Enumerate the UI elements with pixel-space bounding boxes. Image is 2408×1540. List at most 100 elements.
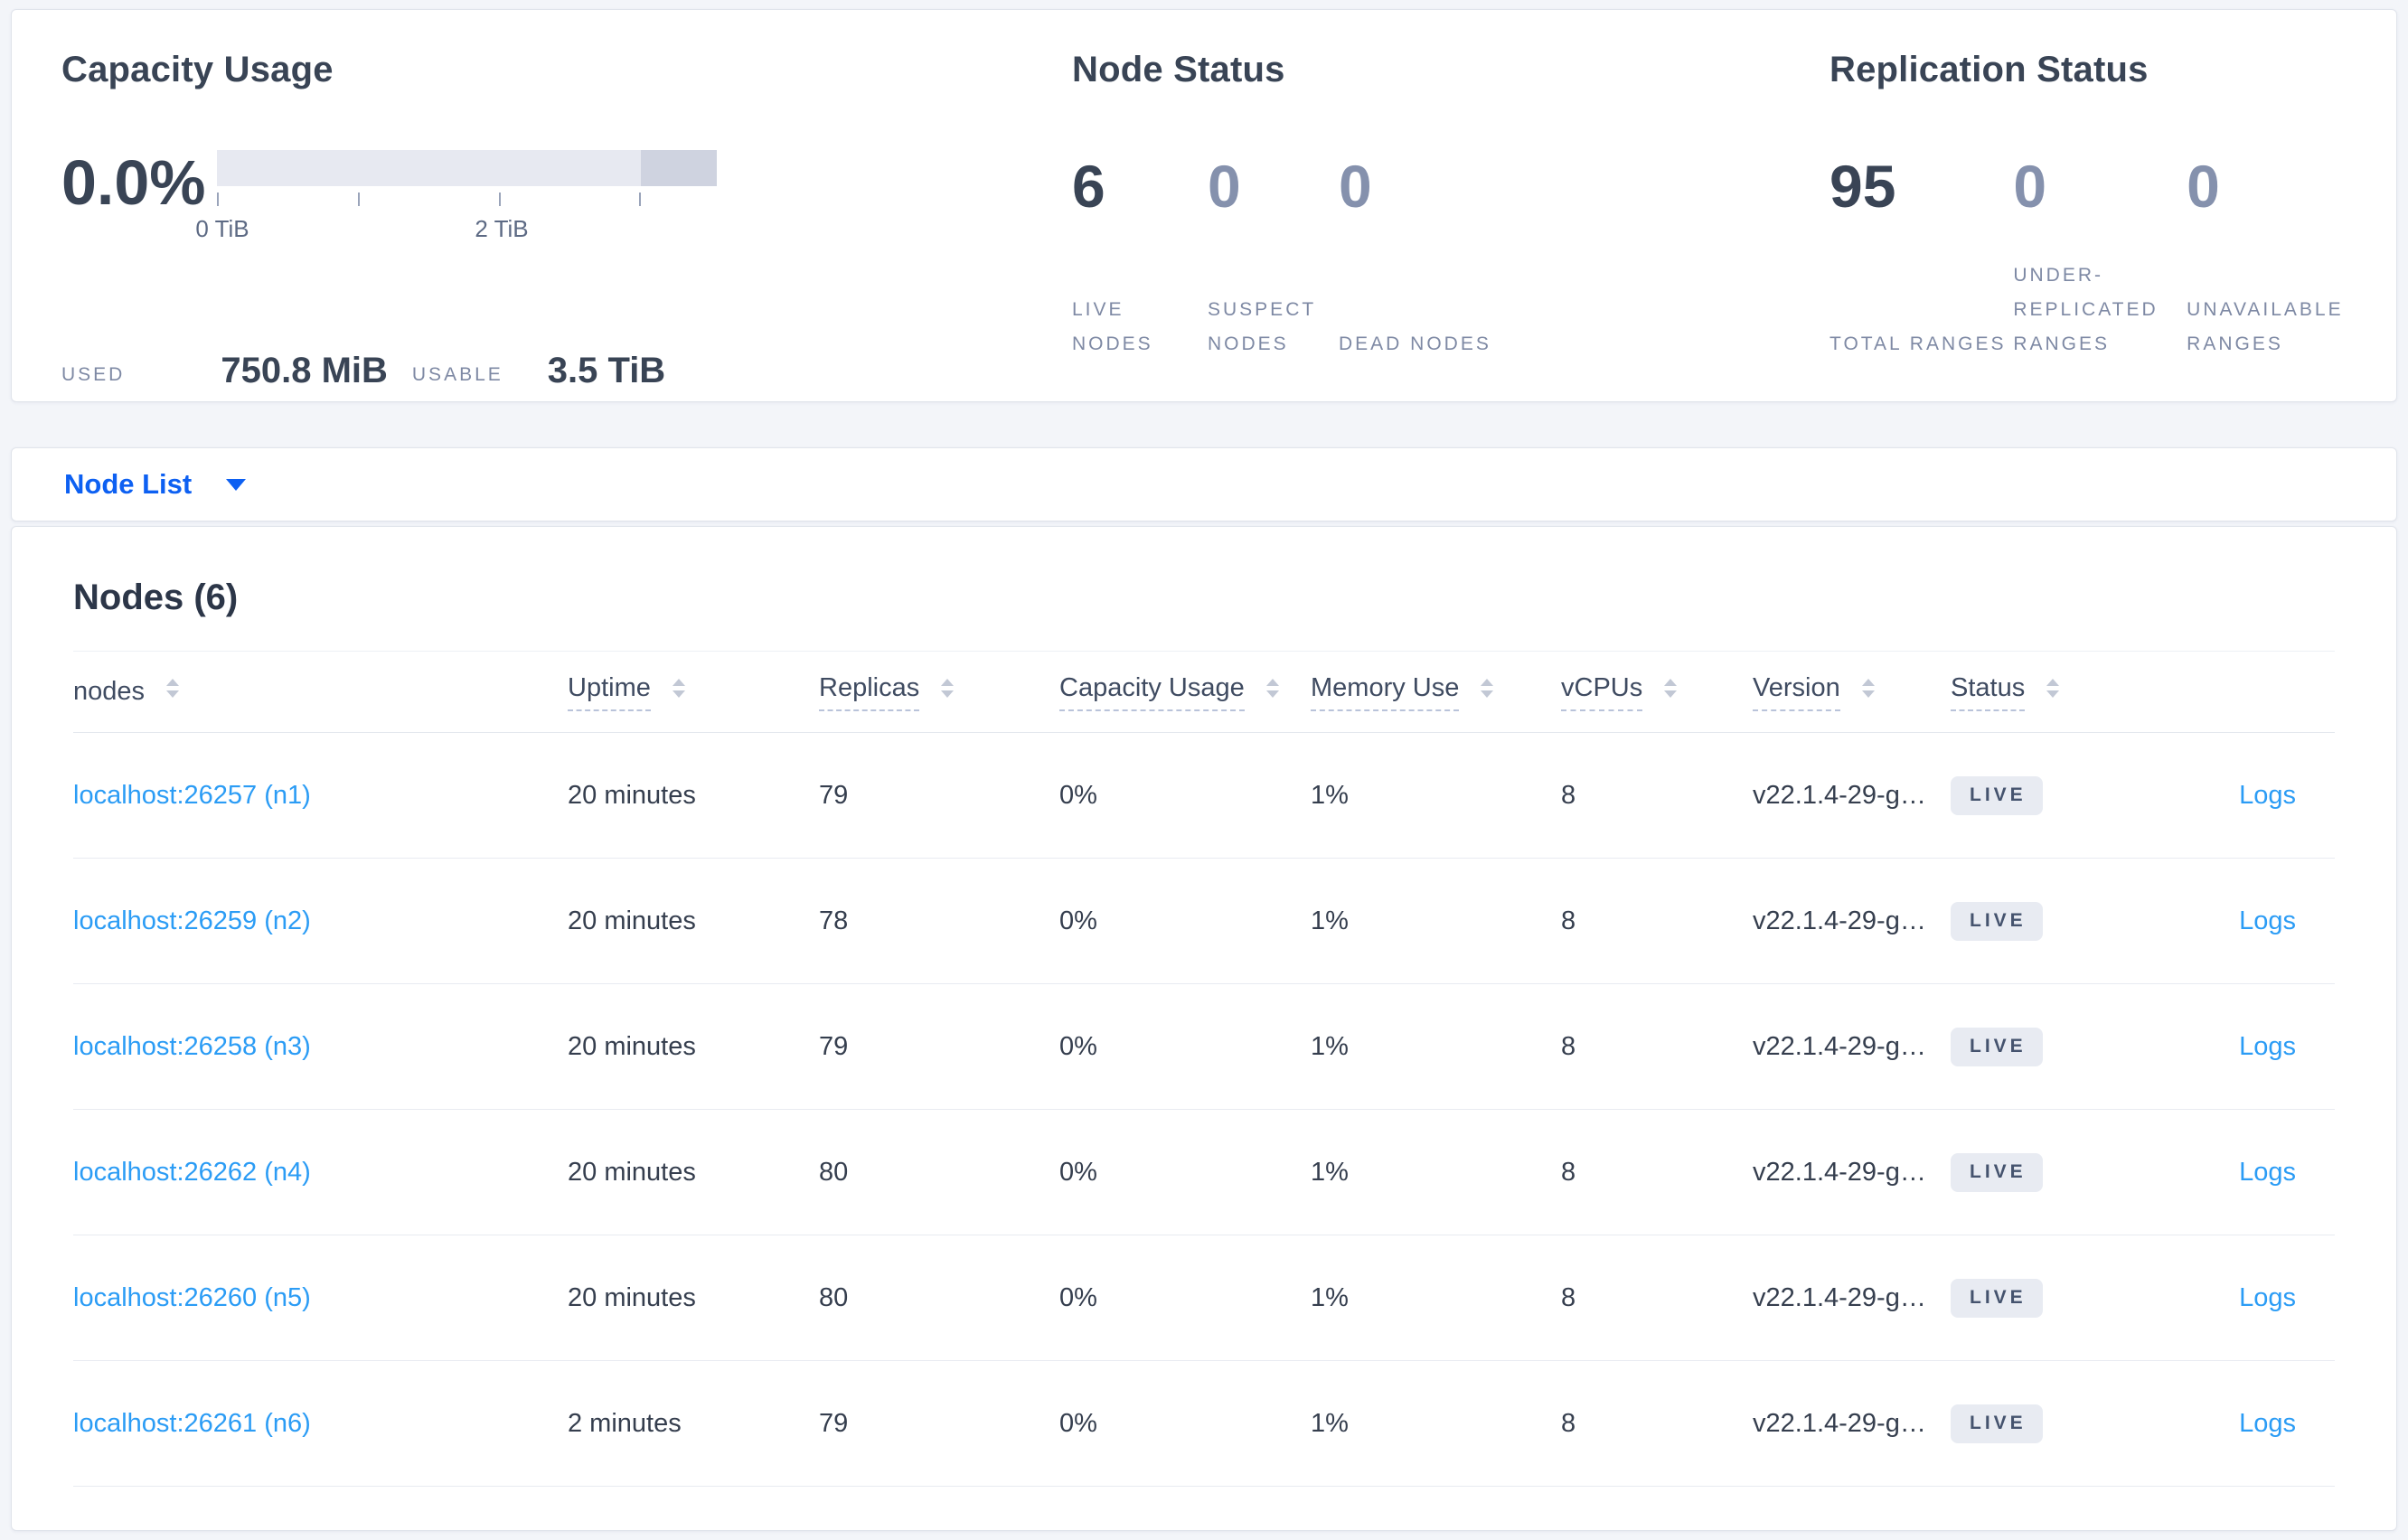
capacity-usage-title: Capacity Usage — [61, 50, 334, 89]
version-cell: v22.1.4-29-g… — [1753, 780, 1926, 810]
memory-cell: 1% — [1311, 780, 1349, 810]
axis-tick-label: 0 TiB — [195, 215, 249, 242]
sort-icon — [941, 679, 955, 698]
suspect-nodes-label: SUSPECT NODES — [1208, 299, 1316, 354]
column-header-version[interactable]: Version — [1753, 652, 1951, 733]
uptime-cell: 20 minutes — [568, 780, 696, 810]
capacity-cell: 0% — [1059, 780, 1097, 810]
capacity-cell: 0% — [1059, 1157, 1097, 1187]
node-list-dropdown[interactable]: Node List — [64, 468, 247, 501]
unavailable-label: UNAVAILABLE RANGES — [2187, 299, 2344, 354]
vcpus-cell: 8 — [1561, 906, 1576, 935]
usable-label: USABLE — [411, 364, 503, 385]
cluster-summary-card: Capacity Usage 0.0% 0 TiB 2 TiB USED 750… — [11, 9, 2397, 402]
replicas-cell: 79 — [819, 1031, 849, 1061]
logs-link[interactable]: Logs — [2239, 1283, 2296, 1312]
total-ranges-count: 95 — [1830, 153, 1896, 220]
sort-icon — [1265, 679, 1279, 698]
version-cell: v22.1.4-29-g… — [1753, 1282, 1926, 1312]
table-row: localhost:26260 (n5) 20 minutes 80 0% 1%… — [73, 1235, 2335, 1361]
memory-cell: 1% — [1311, 1157, 1349, 1187]
memory-cell: 1% — [1311, 1031, 1349, 1061]
node-link[interactable]: localhost:26259 (n2) — [73, 906, 311, 935]
sort-icon — [166, 679, 180, 699]
under-replicated-count: 0 — [2013, 153, 2047, 220]
cluster-overview-page: Capacity Usage 0.0% 0 TiB 2 TiB USED 750… — [0, 0, 2408, 1540]
status-badge: LIVE — [1951, 901, 2043, 941]
node-link[interactable]: localhost:26261 (n6) — [73, 1409, 311, 1438]
uptime-cell: 2 minutes — [568, 1408, 682, 1438]
capacity-bar-reserved-segment — [641, 150, 717, 186]
node-list-dropdown-label: Node List — [64, 468, 193, 500]
total-ranges-label: TOTAL RANGES — [1830, 333, 2007, 354]
uptime-cell: 20 minutes — [568, 1031, 696, 1061]
chevron-down-icon — [226, 478, 247, 491]
column-header-nodes[interactable]: nodes — [73, 652, 568, 733]
memory-cell: 1% — [1311, 1408, 1349, 1438]
node-status-panel: Node Status 6 LIVE NODES 0 SUSPECT NODES… — [1072, 50, 1830, 401]
sort-icon — [2046, 679, 2060, 698]
vcpus-cell: 8 — [1561, 1282, 1576, 1312]
dead-nodes-stat: 0 DEAD NODES — [1339, 154, 1491, 362]
column-header-replicas[interactable]: Replicas — [819, 652, 1059, 733]
total-ranges-stat: 95 TOTAL RANGES — [1830, 154, 2013, 362]
status-badge: LIVE — [1951, 1152, 2043, 1192]
column-header-uptime[interactable]: Uptime — [568, 652, 819, 733]
node-link[interactable]: localhost:26257 (n1) — [73, 781, 311, 810]
logs-link[interactable]: Logs — [2239, 906, 2296, 935]
node-link[interactable]: localhost:26260 (n5) — [73, 1283, 311, 1312]
table-row: localhost:26262 (n4) 20 minutes 80 0% 1%… — [73, 1110, 2335, 1235]
column-header-memory-use[interactable]: Memory Use — [1311, 652, 1561, 733]
suspect-nodes-count: 0 — [1208, 153, 1241, 220]
capacity-cell: 0% — [1059, 906, 1097, 935]
replication-status-title: Replication Status — [1830, 50, 2149, 89]
version-cell: v22.1.4-29-g… — [1753, 906, 1926, 935]
memory-cell: 1% — [1311, 906, 1349, 935]
logs-link[interactable]: Logs — [2239, 1032, 2296, 1061]
dead-nodes-count: 0 — [1339, 153, 1372, 220]
table-row: localhost:26257 (n1) 20 minutes 79 0% 1%… — [73, 733, 2335, 859]
capacity-bar-track — [217, 150, 717, 186]
suspect-nodes-stat: 0 SUSPECT NODES — [1208, 154, 1339, 362]
node-link[interactable]: localhost:26262 (n4) — [73, 1158, 311, 1187]
column-header-vcpus[interactable]: vCPUs — [1561, 652, 1753, 733]
vcpus-cell: 8 — [1561, 1157, 1576, 1187]
capacity-usage-panel: Capacity Usage 0.0% 0 TiB 2 TiB USED 750… — [61, 50, 1072, 401]
table-row: localhost:26259 (n2) 20 minutes 78 0% 1%… — [73, 859, 2335, 984]
sort-icon — [1481, 679, 1494, 698]
table-header-row: nodes Uptime Replicas Capacity Usage Mem… — [73, 651, 2335, 733]
logs-link[interactable]: Logs — [2239, 781, 2296, 810]
capacity-bar-chart: 0 TiB 2 TiB — [195, 150, 717, 242]
logs-link[interactable]: Logs — [2239, 1409, 2296, 1438]
capacity-cell: 0% — [1059, 1282, 1097, 1312]
live-nodes-label: LIVE NODES — [1072, 299, 1153, 354]
column-header-capacity-usage[interactable]: Capacity Usage — [1059, 652, 1311, 733]
replication-status-panel: Replication Status 95 TOTAL RANGES 0 UND… — [1830, 50, 2360, 401]
uptime-cell: 20 minutes — [568, 1157, 696, 1187]
under-replicated-label: UNDER-REPLICATED RANGES — [2013, 265, 2159, 354]
capacity-cell: 0% — [1059, 1031, 1097, 1061]
live-nodes-count: 6 — [1072, 153, 1105, 220]
logs-link[interactable]: Logs — [2239, 1158, 2296, 1187]
uptime-cell: 20 minutes — [568, 906, 696, 935]
sort-icon — [672, 679, 685, 698]
node-status-title: Node Status — [1072, 50, 1285, 89]
node-link[interactable]: localhost:26258 (n3) — [73, 1032, 311, 1061]
vcpus-cell: 8 — [1561, 1031, 1576, 1061]
unavailable-count: 0 — [2187, 153, 2220, 220]
axis-tick — [358, 192, 360, 206]
replicas-cell: 79 — [819, 780, 849, 810]
used-label: USED — [61, 364, 126, 385]
table-row: localhost:26258 (n3) 20 minutes 79 0% 1%… — [73, 984, 2335, 1110]
replicas-cell: 80 — [819, 1282, 849, 1312]
capacity-used-percent: 0.0% — [61, 147, 206, 218]
dead-nodes-label: DEAD NODES — [1339, 333, 1491, 354]
view-selector-bar: Node List — [11, 447, 2397, 521]
memory-cell: 1% — [1311, 1282, 1349, 1312]
axis-tick — [639, 192, 641, 206]
column-header-status[interactable]: Status — [1951, 652, 2122, 733]
status-badge: LIVE — [1951, 775, 2043, 815]
status-badge: LIVE — [1951, 1027, 2043, 1066]
status-badge: LIVE — [1951, 1278, 2043, 1318]
nodes-table-title: Nodes (6) — [73, 578, 239, 617]
